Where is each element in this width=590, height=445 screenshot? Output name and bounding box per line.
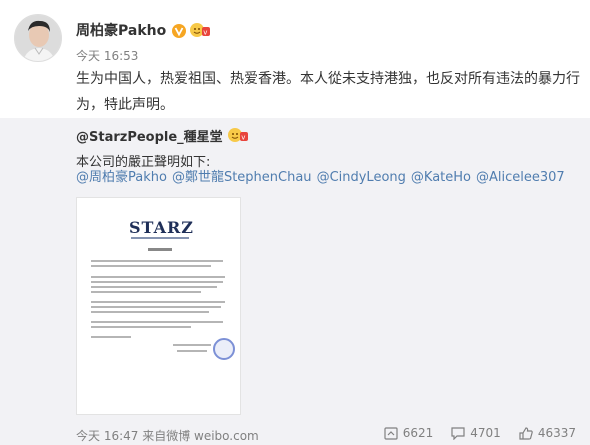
mention-link[interactable]: @CindyLeong [317, 170, 406, 186]
repost-footer-meta[interactable]: 今天 16:47 来自微博 weibo.com [76, 427, 259, 444]
comment-icon [451, 426, 465, 440]
doc-text-line [91, 311, 209, 313]
mention-link[interactable]: @周柏豪Pakho [76, 170, 167, 186]
doc-text-line [91, 276, 225, 278]
mention-link[interactable]: @KateHo [411, 170, 471, 186]
thumbs-up-icon [519, 426, 533, 440]
avatar-photo [15, 15, 61, 61]
svg-text:v: v [241, 134, 245, 142]
mention-list: @周柏豪Pakho @鄭世龍StephenChau @CindyLeong @K… [76, 170, 570, 186]
author-row: 周柏豪Pakho v [76, 20, 211, 40]
like-count: 46337 [537, 426, 576, 440]
doc-date-line [177, 350, 207, 352]
doc-text-line [91, 291, 201, 293]
fan-badge-icon[interactable]: v [189, 22, 211, 38]
share-button[interactable]: 6621 [384, 426, 434, 440]
avatar[interactable] [14, 14, 62, 62]
doc-text-line [91, 286, 217, 288]
share-icon [384, 426, 398, 440]
weibo-post: 周柏豪Pakho v 今天 16:53 生为中国人，热爱祖国、热爱香港。本人從未… [0, 0, 590, 445]
post-time[interactable]: 今天 16:53 [76, 47, 138, 64]
svg-text:v: v [203, 29, 207, 37]
logo-underline [131, 237, 189, 239]
doc-text-line [91, 301, 225, 303]
repost-text: 本公司的嚴正聲明如下: [76, 155, 211, 170]
doc-text-line [91, 326, 191, 328]
mention-link[interactable]: @鄭世龍StephenChau [172, 170, 312, 186]
doc-signature-line [173, 344, 211, 346]
vip-v-icon[interactable] [172, 23, 187, 38]
company-stamp [213, 338, 235, 360]
document-image[interactable]: STARZ [76, 197, 241, 415]
fan-badge-icon[interactable]: v [227, 127, 249, 143]
doc-text-line [91, 306, 221, 308]
share-count: 6621 [402, 426, 434, 440]
like-button[interactable]: 46337 [519, 426, 576, 440]
doc-text-line [91, 260, 223, 262]
repost-author-row: @StarzPeople_種星堂 v [76, 126, 249, 145]
author-name[interactable]: 周柏豪Pakho [76, 20, 166, 40]
doc-text-line [91, 281, 223, 283]
comment-button[interactable]: 4701 [451, 426, 501, 440]
doc-text-line [91, 321, 223, 323]
post-text: 生为中国人，热爱祖国、热爱香港。本人從未支持港独，也反对所有违法的暴力行为，特此… [76, 71, 580, 113]
doc-heading [148, 248, 172, 251]
starz-logo: STARZ [129, 218, 194, 237]
doc-text-line [91, 336, 131, 338]
doc-text-line [91, 265, 211, 267]
comment-count: 4701 [470, 426, 501, 440]
repost-stats: 6621 4701 46337 [366, 426, 576, 440]
repost-author-name[interactable]: @StarzPeople_種星堂 [76, 126, 223, 145]
mention-link[interactable]: @Alicelee307 [476, 170, 565, 186]
